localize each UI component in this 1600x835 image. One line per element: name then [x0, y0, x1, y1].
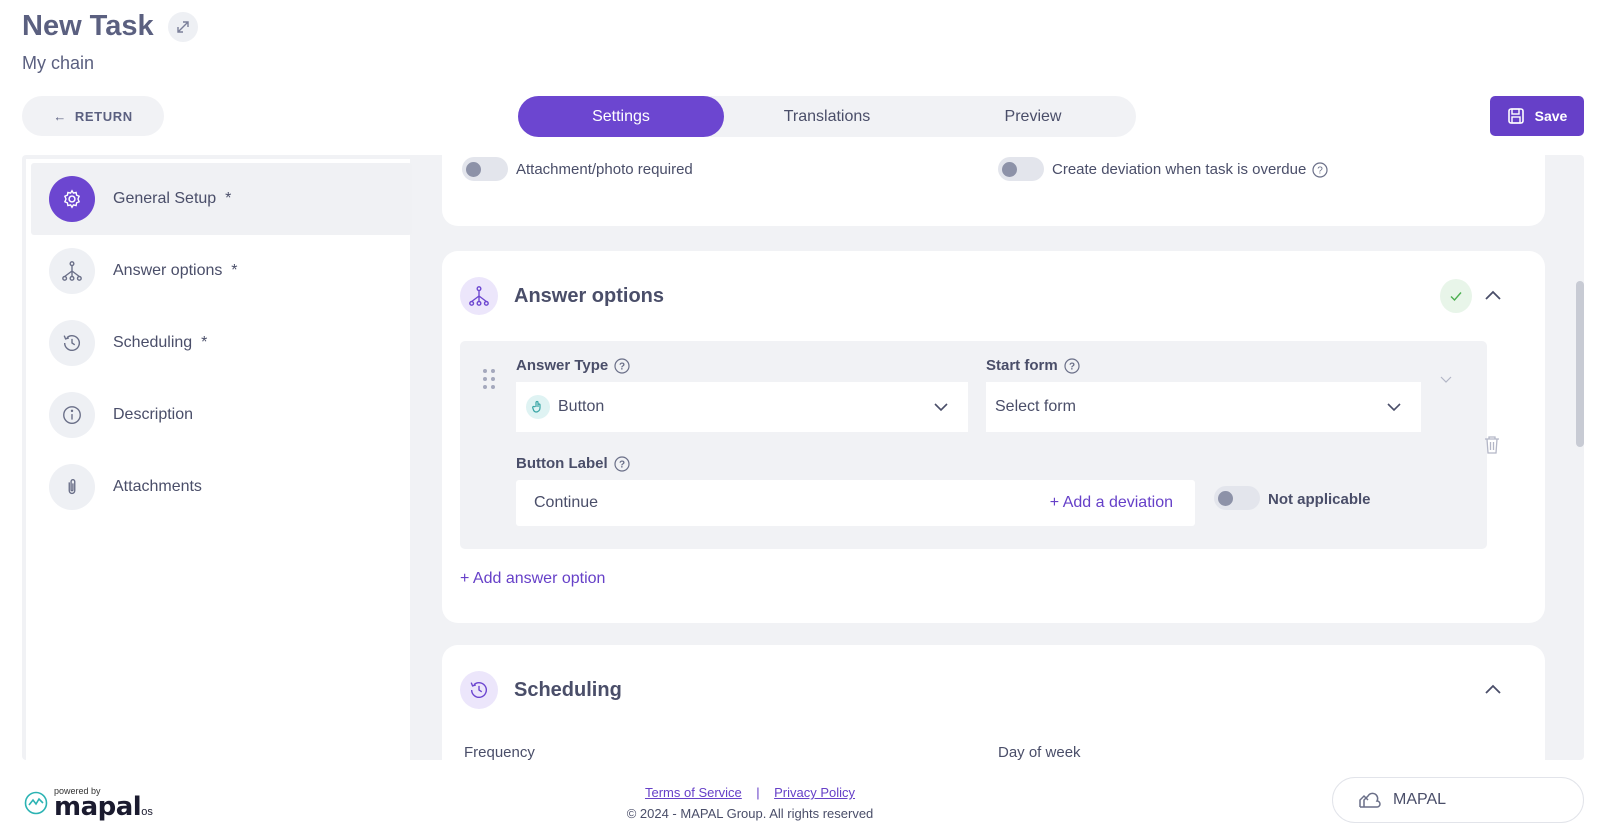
- answer-type-label: Answer Type ?: [516, 357, 630, 374]
- svg-text:?: ?: [1069, 361, 1075, 372]
- page-header: New Task: [22, 10, 198, 43]
- page-title: New Task: [22, 10, 154, 42]
- day-of-week-label: Day of week: [998, 744, 1081, 760]
- start-form-label: Start form ?: [986, 357, 1080, 374]
- history-icon: [460, 671, 498, 709]
- svg-text:?: ?: [1318, 165, 1324, 176]
- sidebar-item-general-setup[interactable]: General Setup *: [31, 163, 412, 235]
- expand-button[interactable]: [167, 11, 198, 42]
- help-icon[interactable]: ?: [1064, 357, 1080, 374]
- return-button[interactable]: ← RETURN: [22, 96, 164, 136]
- scheduling-card: Scheduling Frequency Day of week: [442, 645, 1545, 760]
- drag-handle-icon[interactable]: [482, 367, 496, 396]
- not-applicable-label: Not applicable: [1268, 491, 1371, 508]
- answer-type-value: Button: [558, 398, 605, 415]
- button-label-input[interactable]: Continue + Add a deviation: [516, 480, 1195, 526]
- add-answer-option-link[interactable]: + Add answer option: [460, 570, 605, 588]
- tab-settings[interactable]: Settings: [518, 96, 724, 137]
- frequency-label: Frequency: [464, 744, 535, 760]
- cloud-home-icon: [1359, 792, 1381, 808]
- history-icon: [49, 320, 95, 366]
- chevron-up-icon[interactable]: [1482, 679, 1504, 706]
- chevron-down-icon: [934, 403, 948, 412]
- svg-text:?: ?: [619, 361, 625, 372]
- sidebar-item-label: Attachments: [113, 478, 202, 495]
- footer-separator: |: [756, 785, 760, 800]
- privacy-link[interactable]: Privacy Policy: [774, 785, 855, 800]
- save-button[interactable]: Save: [1490, 96, 1584, 136]
- hierarchy-icon: [460, 277, 498, 315]
- trash-icon[interactable]: [1483, 435, 1501, 460]
- not-applicable-toggle[interactable]: [1214, 486, 1260, 510]
- start-form-select[interactable]: Select form: [986, 382, 1421, 432]
- sidebar: General Setup * Answer options * Schedul…: [26, 159, 412, 760]
- overdue-deviation-toggle[interactable]: [998, 157, 1044, 181]
- sidebar-item-description[interactable]: Description: [31, 379, 412, 451]
- overdue-deviation-label: Create deviation when task is overdue ?: [1052, 161, 1328, 178]
- hand-pointer-icon: [526, 395, 550, 419]
- sidebar-item-attachments[interactable]: Attachments: [31, 451, 412, 523]
- paperclip-icon: [49, 464, 95, 510]
- answer-options-title: Answer options: [514, 285, 665, 307]
- floppy-disk-icon: [1507, 108, 1524, 124]
- svg-text:?: ?: [619, 459, 625, 470]
- terms-link[interactable]: Terms of Service: [645, 785, 742, 800]
- button-label-value: Continue: [534, 494, 599, 511]
- chevron-up-icon[interactable]: [1482, 285, 1504, 312]
- start-form-placeholder: Select form: [995, 398, 1076, 415]
- save-label: Save: [1534, 108, 1568, 124]
- answer-type-select[interactable]: Button: [516, 382, 968, 432]
- chevron-down-icon: [1387, 403, 1401, 412]
- org-switch-button[interactable]: MAPAL: [1332, 777, 1584, 823]
- tab-preview[interactable]: Preview: [930, 96, 1136, 137]
- hierarchy-icon: [49, 248, 95, 294]
- add-deviation-link[interactable]: + Add a deviation: [1050, 494, 1173, 512]
- answer-option-row: Answer Type ? Button Start form ? Select…: [460, 341, 1487, 549]
- sidebar-item-scheduling[interactable]: Scheduling *: [31, 307, 412, 379]
- help-icon[interactable]: ?: [1312, 161, 1328, 178]
- help-icon[interactable]: ?: [614, 357, 630, 374]
- org-name: MAPAL: [1393, 791, 1447, 808]
- chevron-down-icon: [1440, 376, 1452, 383]
- main-frame: General Setup * Answer options * Schedul…: [22, 155, 1584, 760]
- check-icon: [1440, 279, 1472, 313]
- info-icon: [49, 392, 95, 438]
- sidebar-item-answer-options[interactable]: Answer options *: [31, 235, 412, 307]
- scrollbar[interactable]: [1576, 281, 1584, 447]
- gear-icon: [49, 176, 95, 222]
- sidebar-item-label: Answer options *: [113, 262, 238, 279]
- tab-translations[interactable]: Translations: [724, 96, 930, 137]
- arrow-left-icon: ←: [53, 108, 67, 124]
- expand-icon: [176, 20, 189, 33]
- scheduling-title: Scheduling: [514, 679, 622, 701]
- attachment-required-toggle[interactable]: [462, 157, 508, 181]
- footer-links: Terms of Service | Privacy Policy: [0, 785, 1500, 800]
- general-setup-card: Attachment/photo required Create deviati…: [442, 155, 1545, 226]
- answer-options-card: Answer options Answer Type ? Button Star…: [442, 251, 1545, 623]
- return-label: RETURN: [74, 108, 133, 124]
- sidebar-item-label: General Setup *: [113, 190, 232, 207]
- collapse-option-chevron[interactable]: [1438, 371, 1454, 392]
- help-icon[interactable]: ?: [614, 455, 630, 472]
- attachment-required-label: Attachment/photo required: [516, 161, 693, 178]
- sidebar-item-label: Description: [113, 406, 194, 423]
- page-subtitle: My chain: [22, 53, 95, 73]
- button-label-label: Button Label ?: [516, 455, 630, 472]
- sidebar-item-label: Scheduling *: [113, 334, 208, 351]
- copyright-text: © 2024 - MAPAL Group. All rights reserve…: [626, 806, 874, 821]
- tab-bar: Settings Translations Preview: [518, 96, 1136, 137]
